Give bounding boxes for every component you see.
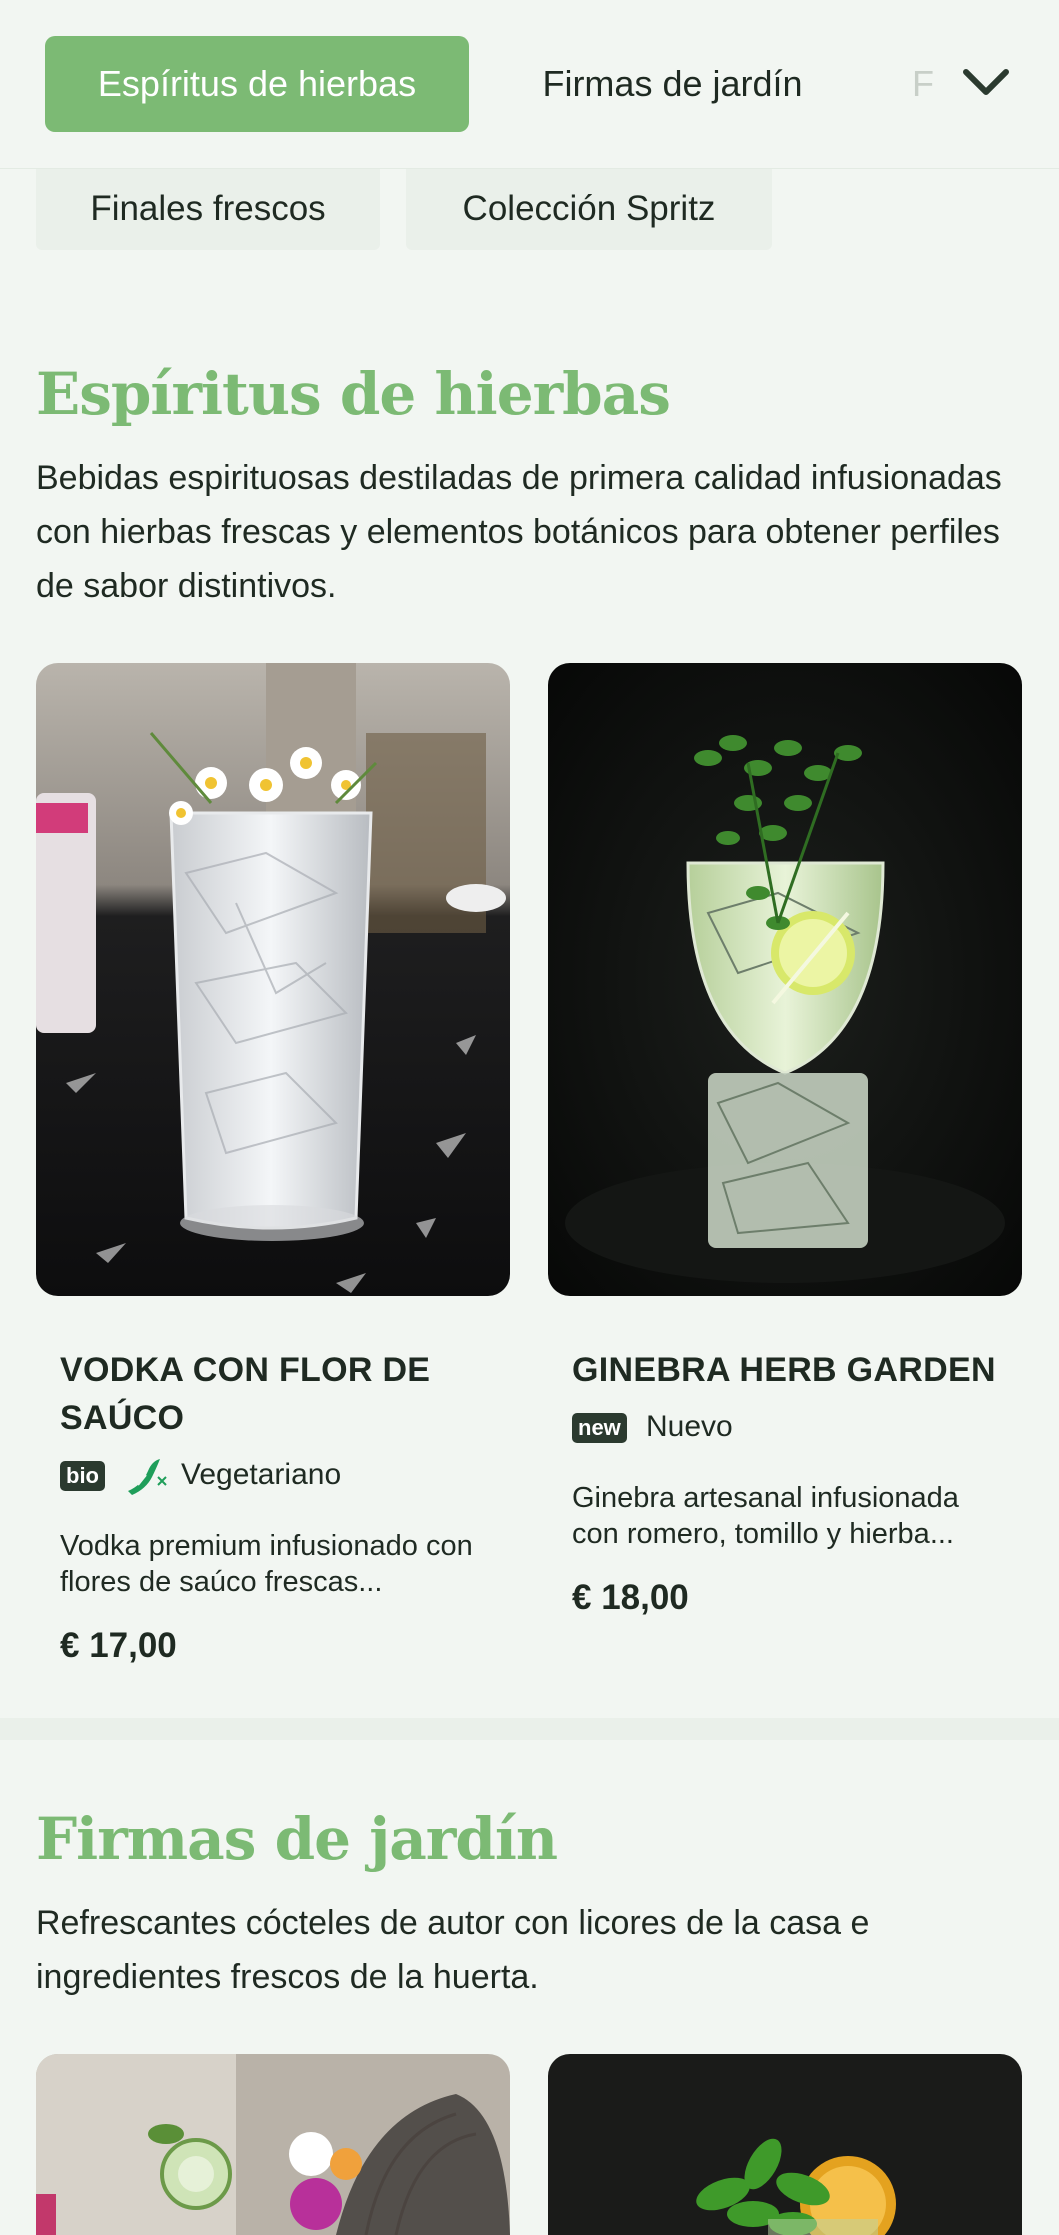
product-name[interactable]: GINEBRA HERB GARDEN (572, 1346, 1012, 1394)
new-badge: new (572, 1413, 627, 1443)
section-description: Refrescantes cócteles de autor con licor… (36, 1904, 870, 1996)
chevron-down-icon[interactable] (958, 58, 1014, 108)
category-subnav: Finales frescos Colección Spritz (0, 168, 1059, 258)
product-image-garden-cocktail-2[interactable] (548, 2054, 1022, 2235)
section-title: Espíritus de hierbas (36, 360, 671, 428)
dietary-tag: Vegetariano (181, 1458, 342, 1491)
tab-firmas-de-jardin[interactable]: Firmas de jardín (500, 36, 845, 132)
tab-finales-frescos[interactable]: Finales frescos (36, 168, 380, 250)
bio-badge: bio (60, 1461, 105, 1491)
tab-overflow-partial[interactable]: F (912, 36, 952, 132)
product-image-herb-garden-gin[interactable] (548, 663, 1022, 1296)
product-name[interactable]: VODKA CON FLOR DE SAÚCO (60, 1346, 500, 1442)
tab-espiritus-de-hierbas[interactable]: Espíritus de hierbas (45, 36, 469, 132)
category-nav: Espíritus de hierbas Firmas de jardín F (0, 0, 1059, 169)
section-divider (0, 1718, 1059, 1740)
product-description: Ginebra artesanal infusionada con romero… (572, 1482, 959, 1550)
product-price: € 17,00 (60, 1626, 177, 1665)
section-description: Bebidas espirituosas destiladas de prime… (36, 459, 1002, 605)
new-tag: Nuevo (646, 1410, 733, 1443)
section-title: Firmas de jardín (36, 1805, 558, 1873)
product-image-garden-cocktail-1[interactable] (36, 2054, 510, 2235)
vegetarian-icon (128, 1459, 167, 1495)
tab-coleccion-spritz[interactable]: Colección Spritz (406, 168, 772, 250)
product-image-elderflower-vodka[interactable] (36, 663, 510, 1296)
product-price: € 18,00 (572, 1578, 689, 1617)
product-description: Vodka premium infusionado con flores de … (60, 1530, 473, 1598)
